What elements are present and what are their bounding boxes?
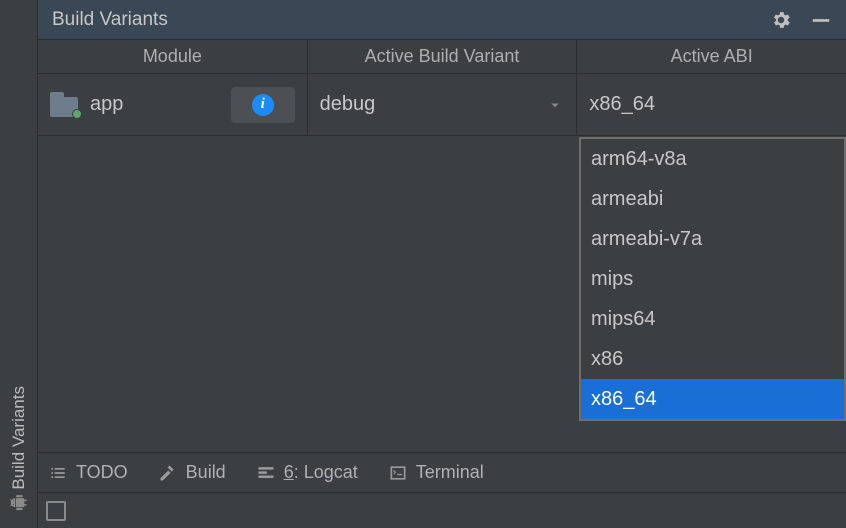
abi-option[interactable]: armeabi-v7a xyxy=(581,219,844,259)
abi-cell[interactable]: x86_64 xyxy=(577,74,846,135)
abi-option[interactable]: mips64 xyxy=(581,299,844,339)
column-header-variant[interactable]: Active Build Variant xyxy=(308,40,578,73)
module-name: app xyxy=(90,93,123,116)
abi-value: x86_64 xyxy=(589,93,655,116)
hide-button[interactable] xyxy=(810,9,832,31)
list-icon xyxy=(48,463,68,483)
status-build[interactable]: Build xyxy=(158,462,226,483)
module-folder-icon xyxy=(50,93,80,117)
status-terminal[interactable]: Terminal xyxy=(388,462,484,483)
abi-option[interactable]: x86_64 xyxy=(581,379,844,419)
tool-stripe-label: Build Variants xyxy=(9,386,29,490)
info-icon: i xyxy=(252,94,274,116)
status-logcat-label: 6: Logcat xyxy=(284,462,358,483)
abi-dropdown-popup: arm64-v8aarmeabiarmeabi-v7amipsmips64x86… xyxy=(579,137,846,421)
abi-option[interactable]: arm64-v8a xyxy=(581,139,844,179)
minimize-icon xyxy=(810,9,832,31)
terminal-icon xyxy=(388,463,408,483)
tool-window-toggle[interactable] xyxy=(46,501,66,521)
abi-option[interactable]: x86 xyxy=(581,339,844,379)
panel-titlebar: Build Variants xyxy=(38,0,846,40)
abi-option[interactable]: mips xyxy=(581,259,844,299)
settings-button[interactable] xyxy=(770,9,792,31)
tool-stripe: Build Variants xyxy=(0,0,38,528)
abi-option[interactable]: armeabi xyxy=(581,179,844,219)
column-headers: Module Active Build Variant Active ABI xyxy=(38,40,846,74)
variant-cell[interactable]: debug xyxy=(308,74,578,135)
status-terminal-label: Terminal xyxy=(416,462,484,483)
module-cell[interactable]: app i xyxy=(38,74,308,135)
status-logcat[interactable]: 6: Logcat xyxy=(256,462,358,483)
android-icon xyxy=(10,494,28,512)
panel-title: Build Variants xyxy=(52,9,168,31)
module-info-button[interactable]: i xyxy=(231,87,295,123)
gear-icon xyxy=(770,9,792,31)
status-build-label: Build xyxy=(186,462,226,483)
logcat-icon xyxy=(256,463,276,483)
status-bar: TODO Build 6: Logcat Terminal xyxy=(38,452,846,492)
chevron-down-icon xyxy=(546,96,564,114)
panel-body: app i debug x86_64 arm64-v8aarme xyxy=(38,74,846,452)
variant-value: debug xyxy=(320,93,376,116)
status-todo-label: TODO xyxy=(76,462,128,483)
status-todo[interactable]: TODO xyxy=(48,462,128,483)
column-header-module[interactable]: Module xyxy=(38,40,308,73)
hammer-icon xyxy=(158,463,178,483)
tool-stripe-build-variants[interactable]: Build Variants xyxy=(9,378,29,520)
column-header-abi[interactable]: Active ABI xyxy=(577,40,846,73)
footer-bar xyxy=(38,492,846,528)
table-row: app i debug x86_64 xyxy=(38,74,846,136)
